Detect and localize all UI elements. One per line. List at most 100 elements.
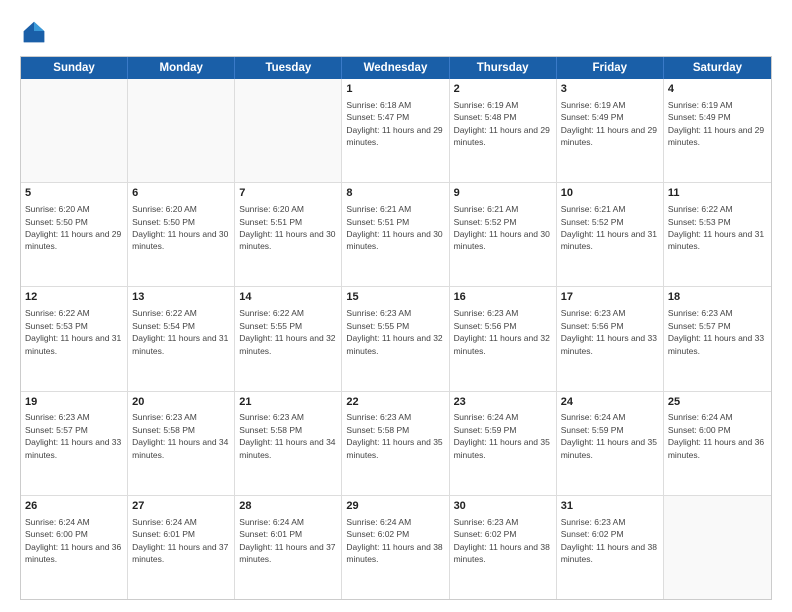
calendar-cell: 18 Sunrise: 6:23 AM Sunset: 5:57 PM Dayli… bbox=[664, 287, 771, 390]
calendar-cell bbox=[21, 79, 128, 182]
logo bbox=[20, 18, 52, 46]
day-number: 11 bbox=[668, 186, 767, 201]
header bbox=[20, 18, 772, 46]
day-number: 29 bbox=[346, 499, 444, 514]
day-number: 14 bbox=[239, 290, 337, 305]
day-info: Sunrise: 6:21 AM Sunset: 5:52 PM Dayligh… bbox=[561, 204, 657, 251]
day-number: 19 bbox=[25, 395, 123, 410]
day-info: Sunrise: 6:24 AM Sunset: 5:59 PM Dayligh… bbox=[454, 412, 550, 459]
day-number: 3 bbox=[561, 82, 659, 97]
calendar-cell: 30Sunrise: 6:23 AM Sunset: 6:02 PM Dayli… bbox=[450, 496, 557, 599]
day-number: 1 bbox=[346, 82, 444, 97]
calendar-cell: 15 Sunrise: 6:23 AM Sunset: 5:55 PM Dayli… bbox=[342, 287, 449, 390]
day-info: Sunrise: 6:24 AM Sunset: 5:59 PM Dayligh… bbox=[561, 412, 657, 459]
calendar-day-header: Tuesday bbox=[235, 57, 342, 79]
calendar-cell bbox=[235, 79, 342, 182]
day-number: 25 bbox=[668, 395, 767, 410]
calendar-day-header: Thursday bbox=[450, 57, 557, 79]
calendar-cell: 17Sunrise: 6:23 AM Sunset: 5:56 PM Dayli… bbox=[557, 287, 664, 390]
calendar-week-row: 1Sunrise: 6:18 AM Sunset: 5:47 PM Daylig… bbox=[21, 79, 771, 183]
calendar-day-header: Sunday bbox=[21, 57, 128, 79]
day-number: 12 bbox=[25, 290, 123, 305]
day-number: 10 bbox=[561, 186, 659, 201]
calendar-cell: 20Sunrise: 6:23 AM Sunset: 5:58 PM Dayli… bbox=[128, 392, 235, 495]
day-info: Sunrise: 6:23 AM Sunset: 5:56 PM Dayligh… bbox=[454, 308, 550, 355]
day-info: Sunrise: 6:20 AM Sunset: 5:50 PM Dayligh… bbox=[132, 204, 228, 251]
calendar-cell: 5 Sunrise: 6:20 AM Sunset: 5:50 PM Daylig… bbox=[21, 183, 128, 286]
calendar-cell: 27 Sunrise: 6:24 AM Sunset: 6:01 PM Dayli… bbox=[128, 496, 235, 599]
calendar-cell: 24 Sunrise: 6:24 AM Sunset: 5:59 PM Dayli… bbox=[557, 392, 664, 495]
calendar-cell: 23 Sunrise: 6:24 AM Sunset: 5:59 PM Dayli… bbox=[450, 392, 557, 495]
calendar-cell bbox=[664, 496, 771, 599]
calendar-cell: 19 Sunrise: 6:23 AM Sunset: 5:57 PM Dayli… bbox=[21, 392, 128, 495]
day-number: 5 bbox=[25, 186, 123, 201]
calendar-cell: 1Sunrise: 6:18 AM Sunset: 5:47 PM Daylig… bbox=[342, 79, 449, 182]
day-number: 15 bbox=[346, 290, 444, 305]
day-info: Sunrise: 6:21 AM Sunset: 5:52 PM Dayligh… bbox=[454, 204, 550, 251]
day-info: Sunrise: 6:24 AM Sunset: 6:00 PM Dayligh… bbox=[25, 517, 121, 564]
day-info: Sunrise: 6:23 AM Sunset: 5:57 PM Dayligh… bbox=[668, 308, 764, 355]
day-info: Sunrise: 6:20 AM Sunset: 5:50 PM Dayligh… bbox=[25, 204, 121, 251]
day-info: Sunrise: 6:19 AM Sunset: 5:49 PM Dayligh… bbox=[561, 100, 657, 147]
page: SundayMondayTuesdayWednesdayThursdayFrid… bbox=[0, 0, 792, 612]
calendar-cell: 14 Sunrise: 6:22 AM Sunset: 5:55 PM Dayli… bbox=[235, 287, 342, 390]
day-info: Sunrise: 6:24 AM Sunset: 6:01 PM Dayligh… bbox=[239, 517, 335, 564]
day-number: 13 bbox=[132, 290, 230, 305]
day-info: Sunrise: 6:23 AM Sunset: 6:02 PM Dayligh… bbox=[561, 517, 657, 564]
calendar-header: SundayMondayTuesdayWednesdayThursdayFrid… bbox=[21, 57, 771, 79]
day-number: 16 bbox=[454, 290, 552, 305]
day-number: 18 bbox=[668, 290, 767, 305]
day-info: Sunrise: 6:23 AM Sunset: 5:58 PM Dayligh… bbox=[346, 412, 442, 459]
day-info: Sunrise: 6:19 AM Sunset: 5:49 PM Dayligh… bbox=[668, 100, 764, 147]
day-info: Sunrise: 6:22 AM Sunset: 5:53 PM Dayligh… bbox=[25, 308, 121, 355]
calendar-cell: 12 Sunrise: 6:22 AM Sunset: 5:53 PM Dayli… bbox=[21, 287, 128, 390]
day-info: Sunrise: 6:22 AM Sunset: 5:55 PM Dayligh… bbox=[239, 308, 335, 355]
day-info: Sunrise: 6:24 AM Sunset: 6:02 PM Dayligh… bbox=[346, 517, 442, 564]
calendar-cell: 10 Sunrise: 6:21 AM Sunset: 5:52 PM Dayli… bbox=[557, 183, 664, 286]
calendar-cell: 25Sunrise: 6:24 AM Sunset: 6:00 PM Dayli… bbox=[664, 392, 771, 495]
calendar-cell: 8Sunrise: 6:21 AM Sunset: 5:51 PM Daylig… bbox=[342, 183, 449, 286]
day-number: 23 bbox=[454, 395, 552, 410]
day-info: Sunrise: 6:22 AM Sunset: 5:54 PM Dayligh… bbox=[132, 308, 228, 355]
day-number: 26 bbox=[25, 499, 123, 514]
calendar-cell: 16 Sunrise: 6:23 AM Sunset: 5:56 PM Dayli… bbox=[450, 287, 557, 390]
day-number: 31 bbox=[561, 499, 659, 514]
calendar-cell: 11Sunrise: 6:22 AM Sunset: 5:53 PM Dayli… bbox=[664, 183, 771, 286]
day-number: 17 bbox=[561, 290, 659, 305]
logo-icon bbox=[20, 18, 48, 46]
day-number: 27 bbox=[132, 499, 230, 514]
day-number: 30 bbox=[454, 499, 552, 514]
day-number: 4 bbox=[668, 82, 767, 97]
day-info: Sunrise: 6:20 AM Sunset: 5:51 PM Dayligh… bbox=[239, 204, 335, 251]
calendar-cell: 7Sunrise: 6:20 AM Sunset: 5:51 PM Daylig… bbox=[235, 183, 342, 286]
day-number: 21 bbox=[239, 395, 337, 410]
day-info: Sunrise: 6:23 AM Sunset: 5:58 PM Dayligh… bbox=[132, 412, 228, 459]
day-info: Sunrise: 6:24 AM Sunset: 6:01 PM Dayligh… bbox=[132, 517, 228, 564]
calendar-week-row: 5 Sunrise: 6:20 AM Sunset: 5:50 PM Daylig… bbox=[21, 183, 771, 287]
day-number: 28 bbox=[239, 499, 337, 514]
calendar-body: 1Sunrise: 6:18 AM Sunset: 5:47 PM Daylig… bbox=[21, 79, 771, 599]
day-info: Sunrise: 6:23 AM Sunset: 5:57 PM Dayligh… bbox=[25, 412, 121, 459]
calendar-cell bbox=[128, 79, 235, 182]
day-number: 22 bbox=[346, 395, 444, 410]
calendar-cell: 29 Sunrise: 6:24 AM Sunset: 6:02 PM Dayli… bbox=[342, 496, 449, 599]
calendar-day-header: Saturday bbox=[664, 57, 771, 79]
calendar-cell: 4 Sunrise: 6:19 AM Sunset: 5:49 PM Daylig… bbox=[664, 79, 771, 182]
calendar-cell: 21Sunrise: 6:23 AM Sunset: 5:58 PM Dayli… bbox=[235, 392, 342, 495]
calendar: SundayMondayTuesdayWednesdayThursdayFrid… bbox=[20, 56, 772, 600]
calendar-cell: 26 Sunrise: 6:24 AM Sunset: 6:00 PM Dayli… bbox=[21, 496, 128, 599]
day-number: 6 bbox=[132, 186, 230, 201]
day-number: 2 bbox=[454, 82, 552, 97]
day-number: 8 bbox=[346, 186, 444, 201]
calendar-day-header: Friday bbox=[557, 57, 664, 79]
calendar-cell: 31 Sunrise: 6:23 AM Sunset: 6:02 PM Dayli… bbox=[557, 496, 664, 599]
day-number: 9 bbox=[454, 186, 552, 201]
calendar-cell: 22 Sunrise: 6:23 AM Sunset: 5:58 PM Dayli… bbox=[342, 392, 449, 495]
calendar-cell: 28 Sunrise: 6:24 AM Sunset: 6:01 PM Dayli… bbox=[235, 496, 342, 599]
calendar-day-header: Wednesday bbox=[342, 57, 449, 79]
calendar-week-row: 12 Sunrise: 6:22 AM Sunset: 5:53 PM Dayli… bbox=[21, 287, 771, 391]
calendar-cell: 3 Sunrise: 6:19 AM Sunset: 5:49 PM Daylig… bbox=[557, 79, 664, 182]
day-number: 24 bbox=[561, 395, 659, 410]
day-info: Sunrise: 6:23 AM Sunset: 5:55 PM Dayligh… bbox=[346, 308, 442, 355]
calendar-week-row: 26 Sunrise: 6:24 AM Sunset: 6:00 PM Dayli… bbox=[21, 496, 771, 599]
